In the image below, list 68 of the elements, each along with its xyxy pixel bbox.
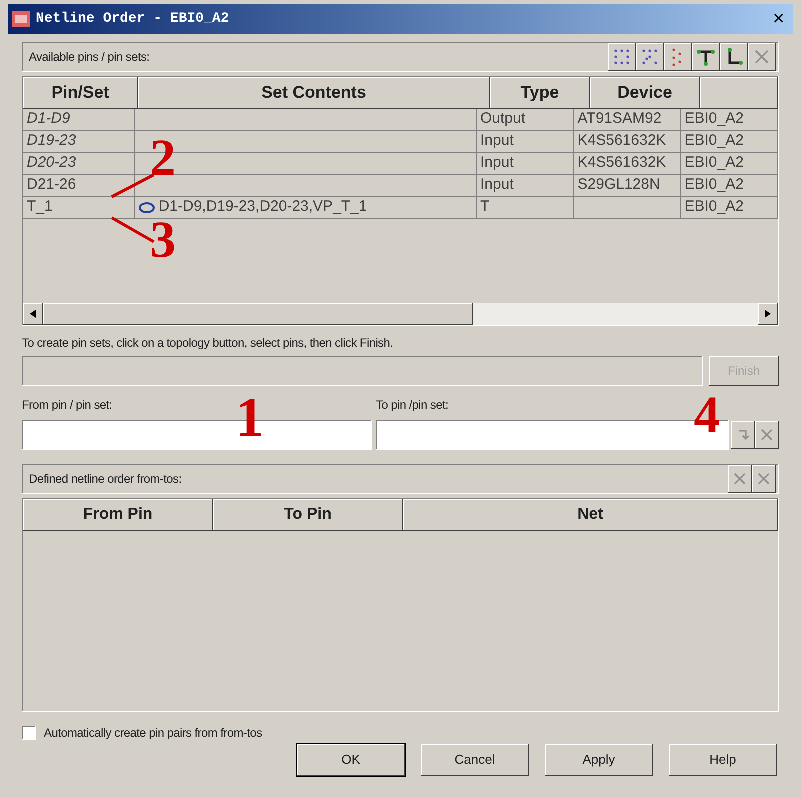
dialog-button[interactable]: Apply: [545, 744, 653, 776]
table-cell: Input: [476, 131, 574, 152]
annotation-number: 2: [150, 133, 176, 185]
close-icon: [757, 472, 771, 486]
left-arrow-icon: [30, 310, 36, 318]
scroll-left-button[interactable]: [23, 303, 43, 325]
table-cell: T: [476, 197, 574, 218]
ell-icon-button[interactable]: [720, 43, 748, 71]
column-header[interactable]: From Pin: [23, 499, 213, 531]
column-header[interactable]: Pin/Set: [23, 77, 138, 109]
scroll-right-button[interactable]: [758, 303, 778, 325]
dialog-button[interactable]: Help: [669, 744, 777, 776]
table-cell: Input: [476, 153, 574, 174]
app-icon: [12, 11, 30, 27]
close-icon: [760, 428, 774, 442]
field-label: To pin /pin set:: [376, 397, 449, 414]
auto-pairs-checkbox[interactable]: [22, 726, 36, 740]
window-title: Netline Order - EBI0_A2: [36, 10, 230, 28]
table-cell: D19-23: [23, 131, 135, 152]
field-label: From pin / pin set:: [22, 397, 114, 414]
clear-button[interactable]: [728, 465, 752, 493]
column-header[interactable]: Set Contents: [138, 77, 490, 109]
right-arrow-icon: [765, 310, 771, 318]
table-cell: D21-26: [23, 175, 135, 196]
table-cell: EBI0_A2: [680, 197, 778, 218]
turn-arrow-icon: [736, 428, 750, 442]
clear-button[interactable]: [755, 421, 779, 449]
chain-dots-icon-button[interactable]: [664, 43, 692, 71]
section-label: Defined netline order from-tos:: [29, 471, 182, 488]
section-label: Available pins / pin sets:: [29, 49, 150, 66]
scatter-dots-icon: [640, 47, 660, 67]
annotation-line: [110, 173, 156, 199]
table-cell: K4S561632K: [574, 153, 681, 174]
table-cell: AT91SAM92: [574, 109, 681, 130]
table-cell: EBI0_A2: [680, 109, 778, 130]
tee-icon: [696, 47, 716, 67]
column-header[interactable]: Type: [490, 77, 590, 109]
close-icon: [733, 472, 747, 486]
column-header[interactable]: Net: [403, 499, 778, 531]
table-cell: Input: [476, 175, 574, 196]
table-cell: K4S561632K: [574, 131, 681, 152]
scatter-dots-icon-button[interactable]: [636, 43, 664, 71]
instruction-text: To create pin sets, click on a topology button, select pins, then click Finish.: [22, 335, 394, 352]
dialog-button[interactable]: OK: [297, 744, 405, 776]
clear-button[interactable]: [752, 465, 776, 493]
table-cell: T_1: [23, 197, 135, 218]
table-cell: D20-23: [23, 153, 135, 174]
column-header[interactable]: To Pin: [213, 499, 403, 531]
column-header[interactable]: Device: [590, 77, 700, 109]
scroll-thumb[interactable]: [43, 303, 473, 325]
table-cell: D1-D9,D19-23,D20-23,VP_T_1: [134, 197, 476, 218]
table-cell: S29GL128N: [574, 175, 681, 196]
annotation-number: 1: [236, 390, 264, 446]
dots-icon-button[interactable]: [608, 43, 636, 71]
link-icon: [138, 202, 155, 214]
dialog-button[interactable]: Cancel: [421, 744, 529, 776]
table-cell: Output: [476, 109, 574, 130]
annotation-number: 3: [150, 215, 176, 267]
checkbox-label: Automatically create pin pairs from from-tos: [44, 725, 262, 742]
table-cell: EBI0_A2: [680, 153, 778, 174]
table-cell: D1-D9: [23, 109, 135, 130]
add-button[interactable]: [731, 421, 755, 449]
dots-icon: [612, 47, 632, 67]
close-button[interactable]: ×: [769, 9, 789, 29]
tee-icon-button[interactable]: [692, 43, 720, 71]
table-cell: EBI0_A2: [680, 175, 778, 196]
annotation-number: 4: [694, 390, 720, 442]
table-cell: EBI0_A2: [680, 131, 778, 152]
